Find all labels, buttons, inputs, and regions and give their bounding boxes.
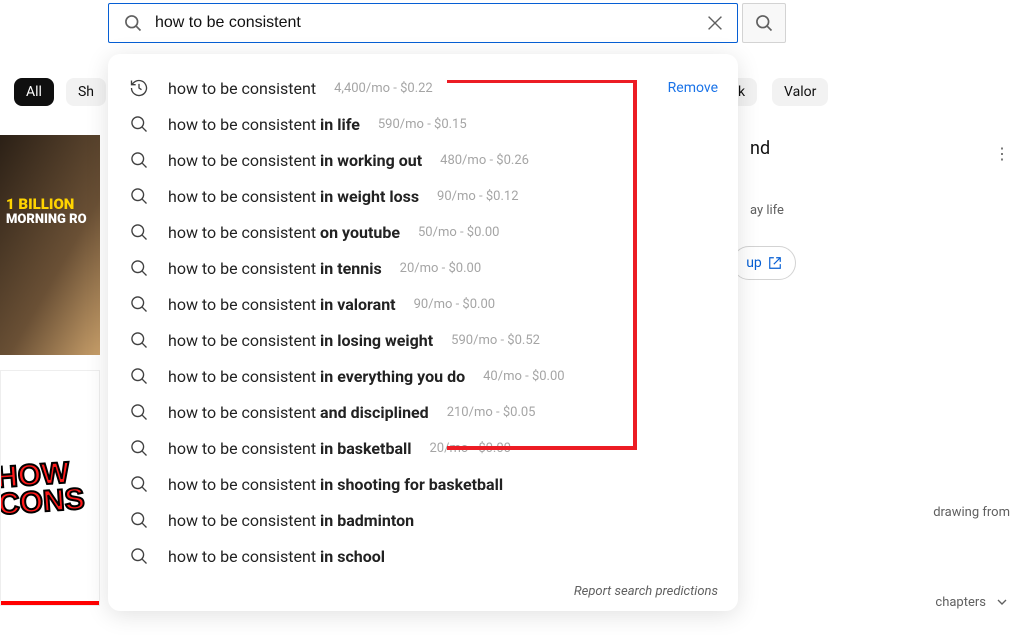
clear-search-button[interactable] (701, 9, 729, 37)
suggestion-text: how to be consistent in school (168, 547, 385, 566)
search-input[interactable] (155, 14, 701, 32)
suggestion-text: how to be consistent in losing weight (168, 331, 433, 350)
suggestion-text: how to be consistent on youtube (168, 223, 400, 242)
report-predictions-link[interactable]: Report search predictions (574, 584, 718, 599)
suggestion-stats: 90/mo - $0.12 (437, 189, 519, 204)
search-icon (123, 13, 143, 33)
suggestion-item[interactable]: how to be consistent in tennis 20/mo - $0… (108, 250, 738, 286)
suggestion-text: how to be consistent in basketball (168, 439, 411, 458)
suggestion-item[interactable]: how to be consistent in school (108, 538, 738, 574)
suggestion-text: how to be consistent in life (168, 115, 360, 134)
search-icon (128, 437, 150, 459)
search-icon (128, 185, 150, 207)
suggestion-item[interactable]: how to be consistent in losing weight 590… (108, 322, 738, 358)
suggestion-text: how to be consistent in shooting for bas… (168, 475, 503, 494)
suggestion-item[interactable]: how to be consistent in badminton (108, 502, 738, 538)
suggestion-item[interactable]: how to be consistent in shooting for bas… (108, 466, 738, 502)
search-icon (128, 257, 150, 279)
search-icon (128, 509, 150, 531)
search-icon (128, 113, 150, 135)
suggestion-item[interactable]: how to be consistent in weight loss 90/mo… (108, 178, 738, 214)
suggestion-stats: 210/mo - $0.05 (447, 405, 536, 420)
chip-item[interactable]: Sh (66, 78, 106, 106)
search-box[interactable] (108, 3, 738, 43)
suggestion-item[interactable]: how to be consistent on youtube 50/mo - $… (108, 214, 738, 250)
suggestion-text: how to be consistent and disciplined (168, 403, 429, 422)
suggestion-item[interactable]: how to be consistent in life 590/mo - $0.… (108, 106, 738, 142)
chapters-label: chapters (935, 595, 986, 610)
signup-chip[interactable]: up (732, 246, 796, 280)
search-icon (128, 221, 150, 243)
suggestion-item[interactable]: how to be consistent in working out 480/m… (108, 142, 738, 178)
suggestion-text: how to be consistent (168, 79, 316, 98)
suggestion-text: how to be consistent in working out (168, 151, 422, 170)
thumbnail-text: 1 BILLION (6, 195, 92, 213)
suggestion-item[interactable]: how to be consistent 4,400/mo - $0.22 Remo… (108, 70, 738, 106)
remove-suggestion-link[interactable]: Remove (668, 80, 718, 96)
search-icon (128, 473, 150, 495)
search-icon (128, 545, 150, 567)
suggestion-stats: 590/mo - $0.15 (378, 117, 467, 132)
suggestion-item[interactable]: how to be consistent in everything you d… (108, 358, 738, 394)
chip-item[interactable]: Valor (772, 78, 828, 106)
chevron-down-icon (994, 594, 1010, 610)
progress-bar (1, 601, 99, 605)
suggestion-stats: 4,400/mo - $0.22 (334, 81, 433, 96)
thumbnail-text: MORNING RO (6, 213, 92, 227)
search-submit-button[interactable] (742, 3, 786, 43)
search-suggestions-dropdown: how to be consistent 4,400/mo - $0.22 Remo… (108, 54, 738, 611)
suggestion-text: how to be consistent in everything you d… (168, 367, 465, 386)
video-info: nd ay life (750, 138, 1010, 218)
search-bar (108, 3, 786, 43)
search-icon (128, 329, 150, 351)
video-thumbnail[interactable]: HOW CONS (0, 370, 100, 606)
video-title[interactable]: nd (750, 138, 1010, 159)
search-icon (128, 401, 150, 423)
chip-all[interactable]: All (14, 78, 54, 106)
video-thumbnail[interactable]: 1 BILLION MORNING RO (0, 135, 100, 355)
suggestion-text: how to be consistent in tennis (168, 259, 382, 278)
more-menu-icon[interactable]: ⋮ (994, 144, 1010, 163)
suggestion-stats: 50/mo - $0.00 (418, 225, 500, 240)
search-icon (128, 293, 150, 315)
suggestion-stats: 590/mo - $0.52 (451, 333, 540, 348)
suggestion-text: how to be consistent in valorant (168, 295, 396, 314)
external-link-icon (768, 256, 782, 270)
chapters-toggle[interactable]: chapters (935, 594, 1010, 610)
video-description: ay life (750, 203, 1010, 218)
thumbnail-text: HOW CONS (0, 458, 100, 519)
search-icon (128, 149, 150, 171)
suggestion-item[interactable]: how to be consistent in basketball 20/mo … (108, 430, 738, 466)
suggestion-item[interactable]: how to be consistent and disciplined 210/… (108, 394, 738, 430)
history-icon (128, 77, 150, 99)
suggestion-text: how to be consistent in badminton (168, 511, 414, 530)
filter-chips: All Sh k Valor (14, 78, 106, 106)
suggestion-stats: 20/mo - $0.00 (400, 261, 482, 276)
video-description: drawing from (933, 505, 1010, 520)
search-icon (128, 365, 150, 387)
signup-label: up (746, 255, 762, 271)
suggestion-stats: 20/mo - $0.00 (429, 441, 511, 456)
suggestion-stats: 480/mo - $0.26 (440, 153, 529, 168)
suggestion-stats: 90/mo - $0.00 (414, 297, 496, 312)
suggestion-text: how to be consistent in weight loss (168, 187, 419, 206)
suggestion-stats: 40/mo - $0.00 (483, 369, 565, 384)
suggestion-item[interactable]: how to be consistent in valorant 90/mo - … (108, 286, 738, 322)
